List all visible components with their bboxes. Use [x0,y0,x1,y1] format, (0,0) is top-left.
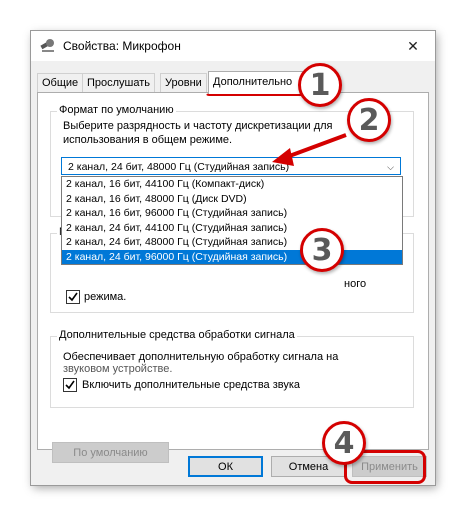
enhancements-checkbox[interactable] [63,378,77,392]
format-option-highlighted[interactable]: 2 канал, 24 бит, 96000 Гц (Студийная зап… [62,249,402,264]
signal-processing-description-line2: звуковом устройстве. [63,363,173,375]
format-option[interactable]: 2 канал, 24 бит, 44100 Гц (Студийная зап… [62,221,402,236]
checkmark-icon [68,292,78,302]
close-icon: ✕ [407,37,419,54]
format-option[interactable]: 2 канал, 16 бит, 96000 Гц (Студийная зап… [62,206,402,221]
callout-badge: 1 [298,63,342,107]
tab-highlight-underline [205,68,305,96]
tab-general[interactable]: Общие [37,73,84,93]
callout-badge: 2 [347,98,391,142]
format-dropdown-list: 2 канал, 16 бит, 44100 Гц (Компакт-диск)… [61,176,403,265]
tab-levels[interactable]: Уровни [160,73,207,93]
chevron-down-icon: ⌵ [387,162,394,172]
title-bar: Свойства: Микрофон ✕ [31,31,435,61]
format-option[interactable]: 2 канал, 16 бит, 44100 Гц (Компакт-диск) [62,177,402,192]
restore-defaults-button[interactable]: По умолчанию [52,442,169,463]
enhancements-checkbox-label: Включить дополнительные средства звука [82,379,301,391]
exclusive-mode-text-line3: режима. [84,291,127,303]
enhancements-checkbox-row[interactable]: Включить дополнительные средства звука [63,378,300,392]
close-button[interactable]: ✕ [391,31,435,61]
signal-processing-title: Дополнительные средства обработки сигнал… [57,329,297,341]
checkmark-icon [65,380,75,390]
exclusive-priority-checkbox[interactable] [66,290,80,304]
default-format-title: Формат по умолчанию [57,104,176,116]
ok-button[interactable]: ОК [188,456,263,477]
default-format-description-line1: Выберите разрядность и частоту дискретиз… [63,120,333,132]
tab-listen[interactable]: Прослушать [82,73,156,93]
format-option[interactable]: 2 канал, 24 бит, 48000 Гц (Студийная зап… [62,235,402,250]
format-option[interactable]: 2 канал, 16 бит, 48000 Гц (Диск DVD) [62,192,402,207]
format-select[interactable]: 2 канал, 24 бит, 48000 Гц (Студийная зап… [61,157,401,175]
callout-badge: 3 [300,228,344,272]
format-select-value: 2 канал, 24 бит, 48000 Гц (Студийная зап… [68,161,290,173]
exclusive-mode-text-fragment: ного [344,278,367,290]
microphone-icon [40,39,54,52]
advanced-panel: Формат по умолчанию Выберите разрядность… [37,92,429,463]
default-format-description-line2: использования в общем режиме. [63,134,233,146]
callout-badge: 4 [322,421,366,465]
window-title: Свойства: Микрофон [63,39,181,53]
